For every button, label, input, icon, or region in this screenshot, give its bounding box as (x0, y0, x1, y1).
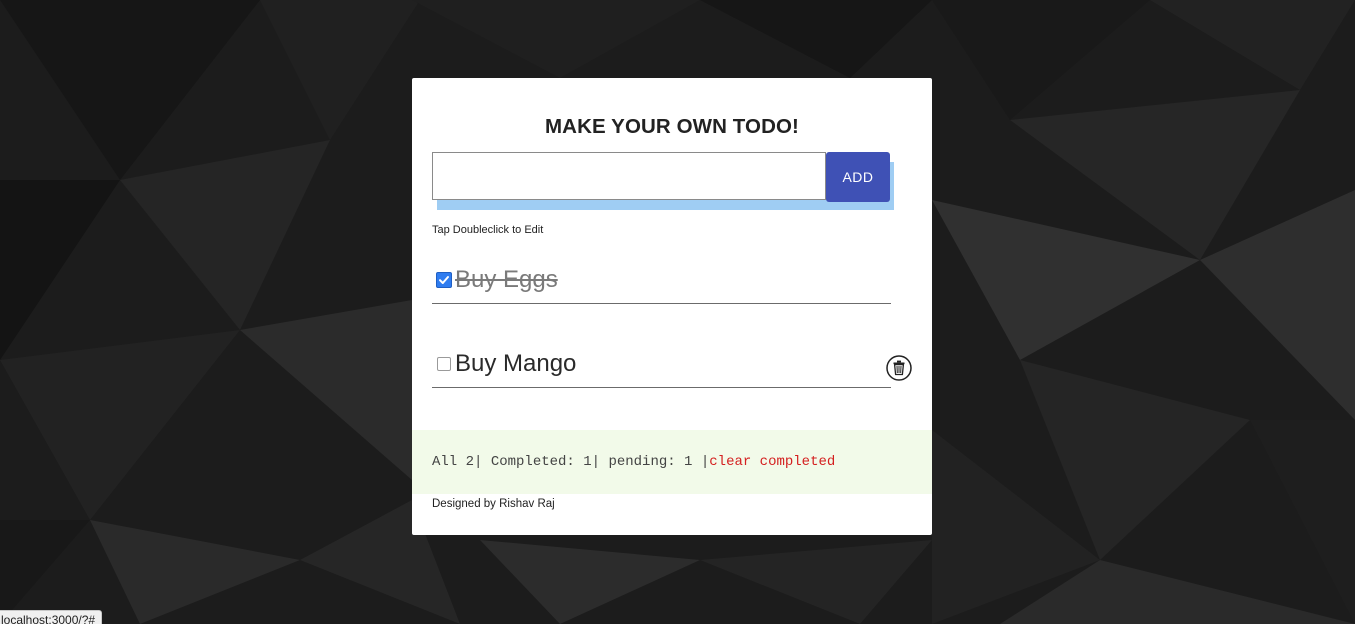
todo-item[interactable]: Buy Eggs (432, 263, 891, 304)
todo-stats: All 2| Completed: 1| pending: 1 |clear c… (432, 454, 835, 470)
credit-text: Designed by Rishav Raj (432, 498, 555, 510)
page-title: MAKE YOUR OWN TODO! (545, 115, 799, 138)
todo-input[interactable] (432, 152, 826, 200)
add-button[interactable]: ADD (826, 152, 890, 202)
filter-all[interactable]: All 2| (432, 454, 482, 470)
todo-item[interactable]: Buy Mango (432, 347, 891, 388)
checkbox-checked-icon[interactable] (436, 272, 452, 288)
todo-item-text[interactable]: Buy Mango (455, 349, 576, 379)
todo-card: MAKE YOUR OWN TODO! ADD Tap Doubleclick … (412, 78, 932, 535)
checkbox[interactable] (437, 357, 451, 371)
clear-completed-link[interactable]: clear completed (709, 454, 835, 470)
filter-completed[interactable]: Completed: 1| (482, 454, 600, 470)
status-bar-url: localhost:3000/?# (0, 610, 103, 624)
footer-stats-bar: All 2| Completed: 1| pending: 1 |clear c… (412, 430, 932, 494)
filter-pending[interactable]: pending: 1 | (600, 454, 709, 470)
todo-item-text[interactable]: Buy Eggs (455, 265, 558, 295)
edit-hint: Tap Doubleclick to Edit (432, 224, 544, 236)
trash-icon[interactable] (886, 355, 912, 381)
